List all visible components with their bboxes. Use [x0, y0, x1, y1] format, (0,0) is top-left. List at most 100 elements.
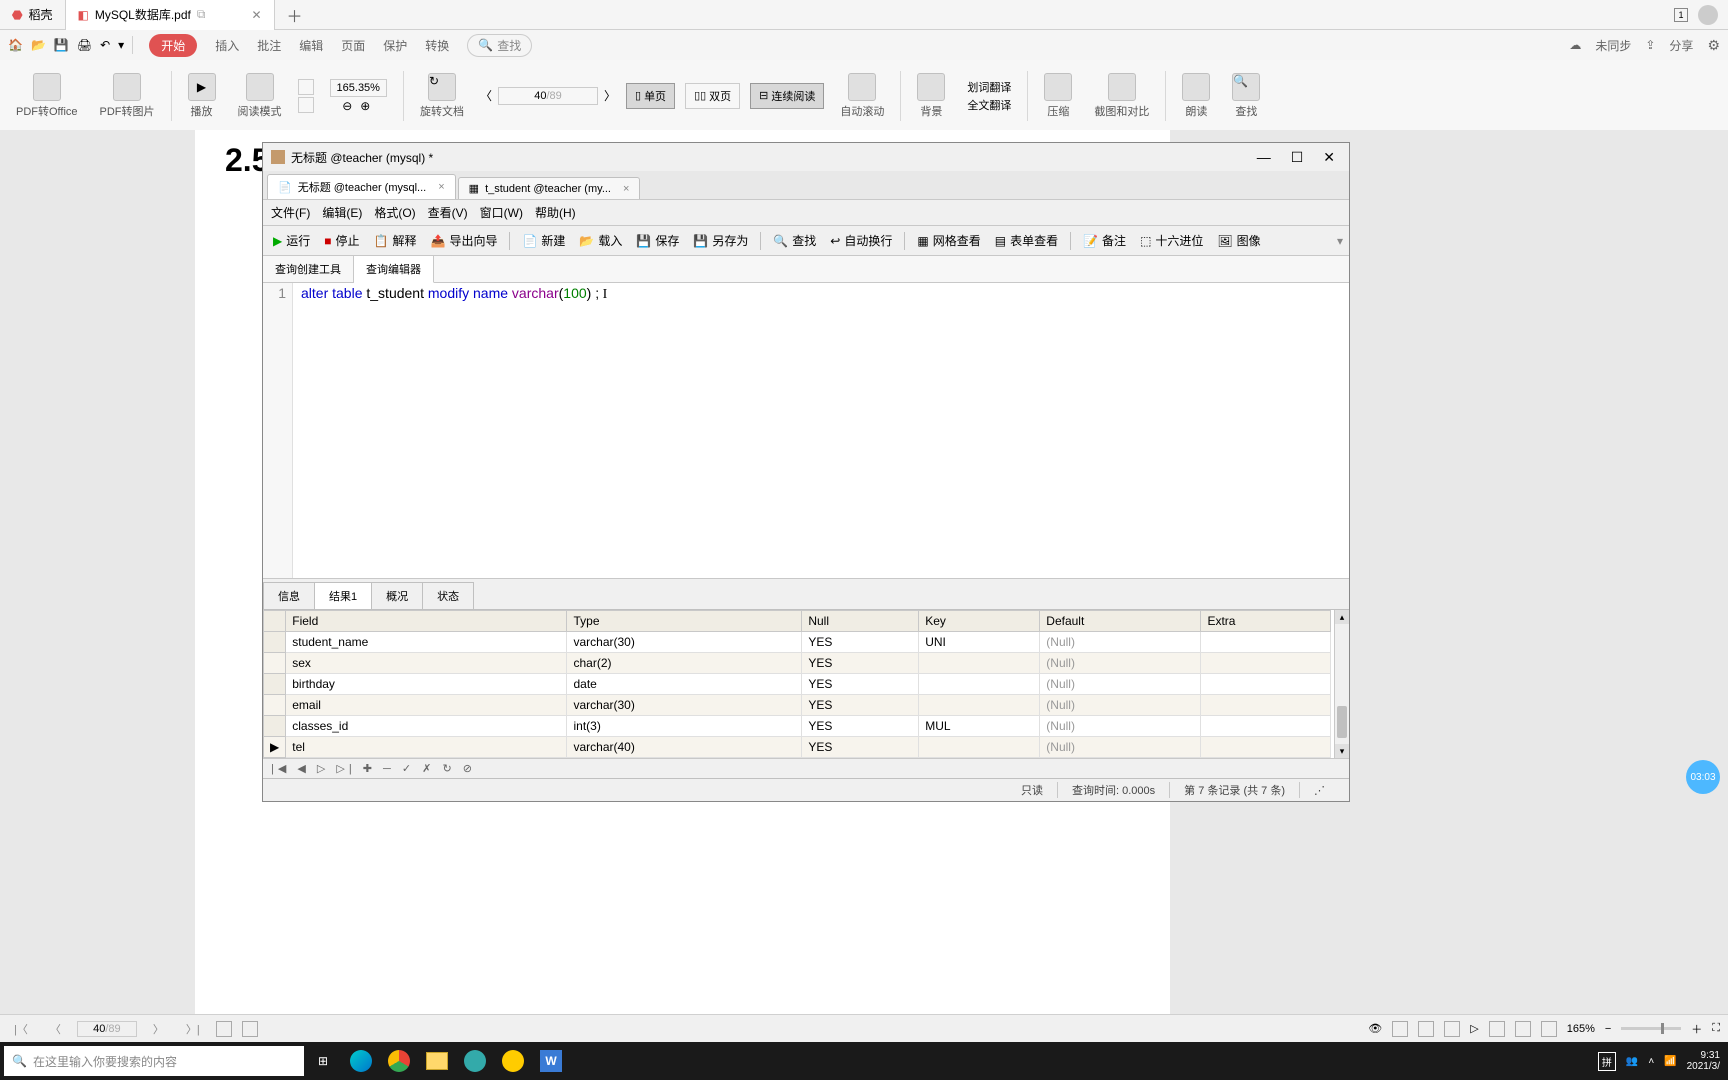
column-header[interactable]: Extra: [1201, 611, 1331, 632]
play[interactable]: ▶播放: [182, 71, 222, 121]
file-tab[interactable]: ◧ MySQL数据库.pdf ⧉ ✕: [66, 0, 275, 30]
tab-page[interactable]: 页面: [341, 37, 365, 54]
find[interactable]: 🔍查找: [1226, 71, 1266, 121]
table-row[interactable]: emailvarchar(30)YES(Null): [264, 695, 1331, 716]
column-header[interactable]: Default: [1040, 611, 1201, 632]
minimize-button[interactable]: —: [1257, 149, 1271, 166]
form-view-button[interactable]: ▤表单查看: [991, 230, 1062, 251]
sql-editor[interactable]: 1 alter table t_student modify name varc…: [263, 283, 1349, 579]
export-button[interactable]: 📤导出向导: [426, 230, 501, 251]
tab-edit[interactable]: 编辑: [299, 37, 323, 54]
cell[interactable]: varchar(30): [567, 695, 802, 716]
prev-page-icon[interactable]: 〈: [480, 87, 492, 104]
table-row[interactable]: birthdaydateYES(Null): [264, 674, 1331, 695]
fit-page-icon[interactable]: [1515, 1021, 1531, 1037]
app-2-icon[interactable]: [494, 1042, 532, 1080]
cell[interactable]: (Null): [1040, 653, 1201, 674]
zoom-level[interactable]: 165%: [1567, 1023, 1595, 1035]
search-box[interactable]: 🔍 查找: [467, 34, 532, 57]
clock[interactable]: 9:31 2021/3/: [1687, 1050, 1720, 1072]
word-translate[interactable]: 划词翻译: [967, 79, 1011, 95]
menu-view[interactable]: 查看(V): [428, 204, 468, 221]
next-page-icon[interactable]: 〉: [147, 1021, 170, 1037]
undo-icon[interactable]: ↶: [100, 38, 110, 52]
background[interactable]: 背景: [911, 71, 951, 121]
compress[interactable]: 压缩: [1038, 71, 1078, 121]
tray-up-icon[interactable]: ˄: [1648, 1056, 1654, 1067]
cell[interactable]: [919, 653, 1040, 674]
chrome-icon[interactable]: [380, 1042, 418, 1080]
last-page-icon[interactable]: 〉|: [180, 1021, 206, 1037]
menu-help[interactable]: 帮助(H): [535, 204, 576, 221]
code-content[interactable]: alter table t_student modify name varcha…: [293, 283, 615, 578]
prev-page-icon[interactable]: 〈: [44, 1021, 67, 1037]
cell[interactable]: YES: [802, 737, 919, 758]
cell[interactable]: MUL: [919, 716, 1040, 737]
cell[interactable]: student_name: [286, 632, 567, 653]
cell[interactable]: (Null): [1040, 716, 1201, 737]
cell[interactable]: YES: [802, 653, 919, 674]
table-tab[interactable]: ▦t_student @teacher (my...×: [458, 177, 641, 199]
wifi-icon[interactable]: 📶: [1664, 1056, 1676, 1067]
cell[interactable]: (Null): [1040, 632, 1201, 653]
cell[interactable]: [1201, 695, 1331, 716]
table-row[interactable]: student_namevarchar(30)YESUNI(Null): [264, 632, 1331, 653]
tab-insert[interactable]: 插入: [215, 37, 239, 54]
cell[interactable]: classes_id: [286, 716, 567, 737]
people-icon[interactable]: 👥: [1626, 1056, 1638, 1067]
explain-button[interactable]: 📋解释: [370, 230, 421, 251]
cell[interactable]: YES: [802, 632, 919, 653]
layout-3-icon[interactable]: [1444, 1021, 1460, 1037]
wps-taskbar-icon[interactable]: W: [532, 1042, 570, 1080]
timestamp-bubble[interactable]: 03:03: [1686, 760, 1720, 794]
window-mode-icon[interactable]: 1: [1674, 8, 1688, 22]
actual-size-icon[interactable]: [1541, 1021, 1557, 1037]
save-icon[interactable]: 💾: [54, 38, 69, 52]
status-page-input[interactable]: 40/89: [77, 1021, 137, 1037]
zoom-in-icon[interactable]: ⊕: [360, 99, 374, 113]
close-icon[interactable]: ×: [438, 181, 444, 193]
read-aloud[interactable]: 朗读: [1176, 71, 1216, 121]
tab-window-icon[interactable]: ⧉: [197, 7, 206, 22]
info-tab[interactable]: 信息: [263, 582, 315, 609]
cell[interactable]: varchar(40): [567, 737, 802, 758]
layout-2-icon[interactable]: [1418, 1021, 1434, 1037]
pdf-to-office[interactable]: PDF转Office: [10, 71, 84, 121]
cell[interactable]: sex: [286, 653, 567, 674]
column-header[interactable]: Null: [802, 611, 919, 632]
image-button[interactable]: 🖼图像: [1213, 230, 1264, 251]
stop-button[interactable]: ■停止: [320, 230, 363, 251]
next-page-icon[interactable]: 〉: [604, 87, 616, 104]
cell[interactable]: (Null): [1040, 674, 1201, 695]
cell[interactable]: email: [286, 695, 567, 716]
cloud-icon[interactable]: ☁: [1569, 38, 1581, 52]
close-tab-button[interactable]: ✕: [251, 8, 261, 22]
zoom-slider[interactable]: [1621, 1027, 1681, 1030]
cell[interactable]: [919, 695, 1040, 716]
saveas-button[interactable]: 💾另存为: [689, 230, 752, 251]
share-icon[interactable]: ⇪: [1645, 38, 1655, 52]
result1-tab[interactable]: 结果1: [314, 582, 372, 609]
save-button[interactable]: 💾保存: [632, 230, 683, 251]
explorer-icon[interactable]: [418, 1042, 456, 1080]
edge-icon[interactable]: [342, 1042, 380, 1080]
menu-window[interactable]: 窗口(W): [480, 204, 523, 221]
menu-file[interactable]: 文件(F): [271, 204, 310, 221]
cell[interactable]: char(2): [567, 653, 802, 674]
column-header[interactable]: Type: [567, 611, 802, 632]
cell[interactable]: [919, 674, 1040, 695]
vertical-scrollbar[interactable]: ▴ ▾: [1334, 610, 1349, 758]
eye-icon[interactable]: 👁: [1368, 1022, 1382, 1035]
cell[interactable]: YES: [802, 674, 919, 695]
cell[interactable]: (Null): [1040, 737, 1201, 758]
maximize-button[interactable]: ☐: [1291, 149, 1304, 166]
ime-indicator[interactable]: 拼: [1598, 1052, 1616, 1071]
page-number-input[interactable]: 40/89: [498, 87, 598, 105]
builder-tab[interactable]: 查询创建工具: [263, 256, 354, 282]
auto-scroll[interactable]: 自动滚动: [834, 71, 890, 121]
note-button[interactable]: 📝备注: [1079, 230, 1130, 251]
column-header[interactable]: Field: [286, 611, 567, 632]
close-button[interactable]: ✕: [1323, 149, 1335, 166]
home-icon[interactable]: 🏠: [8, 38, 23, 52]
resize-grip-icon[interactable]: ⋰: [1300, 784, 1339, 797]
